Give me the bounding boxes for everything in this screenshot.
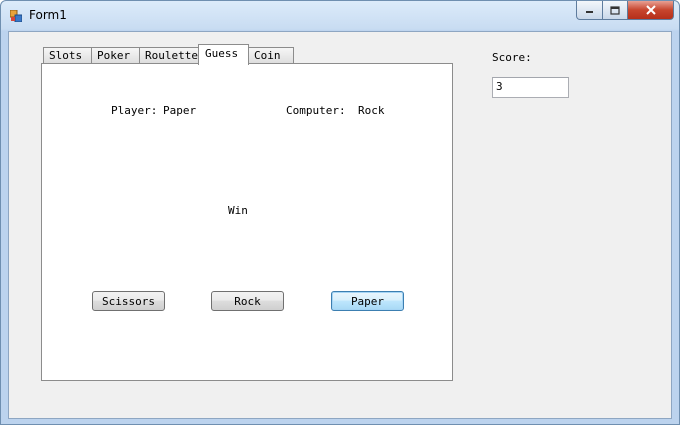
button-label: Rock [234,294,261,308]
form1-window: Form1 Slots Poker Roulette Guess Coin Pl… [0,0,680,425]
player-label: Player: [111,104,158,117]
title-bar[interactable]: Form1 [1,1,679,31]
minimize-button[interactable] [576,1,603,20]
minimize-icon [585,11,593,13]
tab-label: Roulette [145,49,198,62]
score-value: 3 [496,80,503,93]
paper-button[interactable]: Paper [331,291,404,311]
tab-guess[interactable]: Guess [198,44,249,65]
tab-label: Coin [254,49,281,62]
tab-slots[interactable]: Slots [43,47,92,63]
maximize-button[interactable] [603,1,628,20]
score-textbox[interactable]: 3 [492,77,569,98]
tab-label: Slots [49,49,83,62]
score-label: Score: [492,51,532,64]
computer-label: Computer: [286,104,346,117]
tab-poker[interactable]: Poker [91,47,140,63]
rock-button[interactable]: Rock [211,291,284,311]
player-choice: Paper [163,104,197,117]
tab-label: Poker [97,49,131,62]
window-title: Form1 [29,8,67,22]
button-label: Paper [350,294,385,308]
close-button[interactable] [628,1,674,20]
close-icon [645,5,656,15]
button-label: Scissors [102,294,155,308]
tab-roulette[interactable]: Roulette [139,47,199,63]
scissors-button[interactable]: Scissors [92,291,165,311]
maximize-icon [610,5,620,15]
tab-coin[interactable]: Coin [248,47,294,63]
result-label: Win [228,204,248,217]
caption-buttons [576,1,674,20]
computer-choice: Rock [358,104,385,117]
tab-label: Guess [205,47,239,60]
guess-tab-page: Player: Paper Computer: Rock Win Scissor… [41,63,453,381]
app-icon [10,10,22,22]
form-client-area: Slots Poker Roulette Guess Coin Player: … [8,31,672,419]
